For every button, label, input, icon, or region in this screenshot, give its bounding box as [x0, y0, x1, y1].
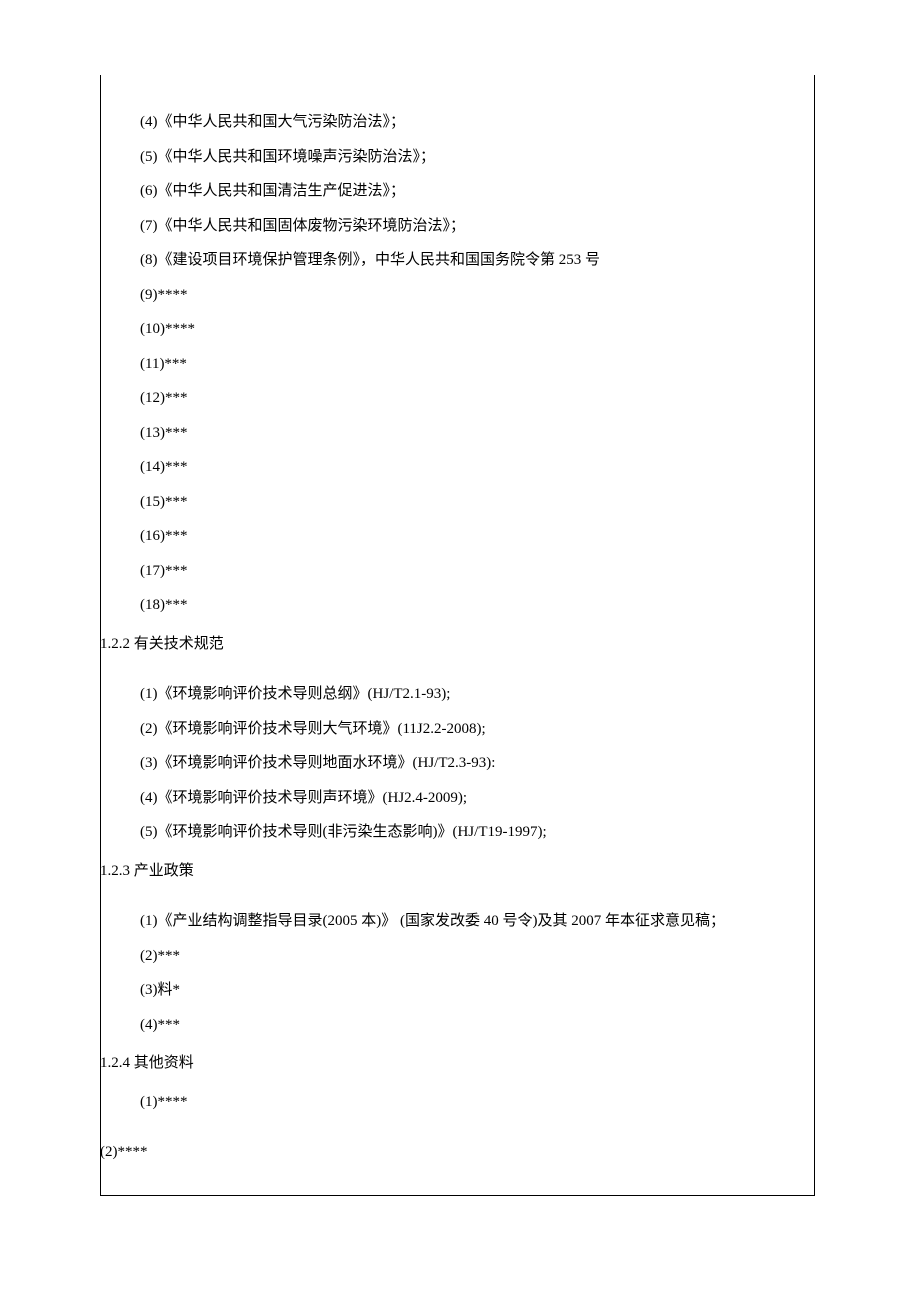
list-item: (8)《建设项目环境保护管理条例》，中华人民共和国国务院令第 253 号 — [100, 243, 815, 278]
list-item: (6)《中华人民共和国清洁生产促进法》； — [100, 174, 815, 209]
list-item: (5)《环境影响评价技术导则(非污染生态影响)》(HJ/T19-1997); — [100, 815, 815, 850]
section-heading-122: 1.2.2 有关技术规范 — [100, 627, 815, 662]
list-item: (4)《中华人民共和国大气污染防治法》； — [100, 105, 815, 140]
list-item: (1)《产业结构调整指导目录(2005 本)》 (国家发改委 40 号令)及其 … — [100, 904, 815, 939]
list-item: (7)《中华人民共和国固体废物污染环境防治法》； — [100, 209, 815, 244]
list-item: (4)《环境影响评价技术导则声环境》(HJ2.4-2009); — [100, 781, 815, 816]
section-heading-123: 1.2.3 产业政策 — [100, 854, 815, 889]
list-item: (4)*** — [100, 1008, 815, 1043]
list-item: (12)*** — [100, 381, 815, 416]
list-item: (18)*** — [100, 588, 815, 623]
list-item: (15)*** — [100, 485, 815, 520]
list-item: (16)*** — [100, 519, 815, 554]
list-item: (9)**** — [100, 278, 815, 313]
list-item: (17)*** — [100, 554, 815, 589]
list-item: (3)料* — [100, 973, 815, 1008]
list-item: (5)《中华人民共和国环境噪声污染防治法》； — [100, 140, 815, 175]
list-item: (2)《环境影响评价技术导则大气环境》(11J2.2-2008); — [100, 712, 815, 747]
list-item: (11)*** — [100, 347, 815, 382]
document-content: (4)《中华人民共和国大气污染防治法》； (5)《中华人民共和国环境噪声污染防治… — [100, 105, 815, 1170]
list-item: (2)*** — [100, 939, 815, 974]
list-item-outdent: (2)**** — [100, 1135, 815, 1170]
list-item: (14)*** — [100, 450, 815, 485]
list-item: (1)**** — [100, 1085, 815, 1120]
list-item: (10)**** — [100, 312, 815, 347]
list-item: (13)*** — [100, 416, 815, 451]
list-item: (3)《环境影响评价技术导则地面水环境》(HJ/T2.3-93): — [100, 746, 815, 781]
section-heading-124: 1.2.4 其他资料 — [100, 1046, 815, 1081]
list-item: (1)《环境影响评价技术导则总纲》(HJ/T2.1-93); — [100, 677, 815, 712]
